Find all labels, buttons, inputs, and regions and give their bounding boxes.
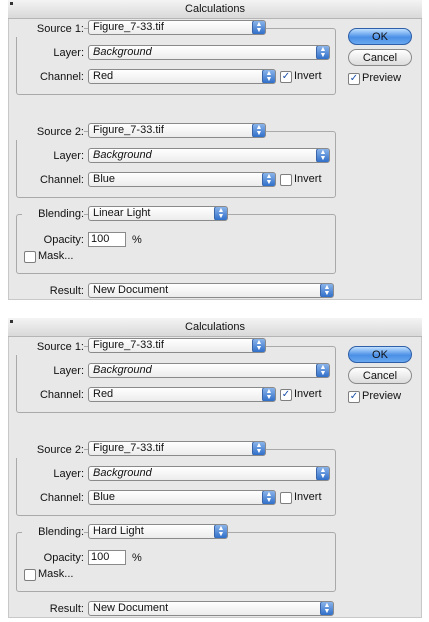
source2-layer-value: Background (93, 149, 152, 161)
source1-layer-value: Background (93, 46, 152, 58)
calculations-dialog: Calculations Source 1: Figure_7-33.tif ▲… (8, 0, 422, 300)
blending-label: Blending: (22, 524, 84, 540)
ok-button[interactable]: OK (348, 346, 412, 363)
popup-arrows-icon: ▲ ▼ (316, 364, 329, 377)
source2-file-popup[interactable]: Figure_7-33.tif ▲ ▼ (88, 441, 266, 456)
source1-channel-popup[interactable]: Red ▲ ▼ (88, 387, 276, 402)
popup-arrows-icon: ▲ ▼ (316, 467, 329, 480)
opacity-input[interactable]: 100 (88, 550, 126, 565)
source2-layer-value: Background (93, 467, 152, 479)
preview-checkbox[interactable]: ✓ (348, 73, 360, 85)
source2-layer-label: Layer: (53, 150, 84, 162)
source2-invert-checkbox[interactable] (280, 174, 292, 186)
popup-arrows-icon: ▲ ▼ (262, 491, 275, 504)
preview-checkbox[interactable]: ✓ (348, 391, 360, 403)
source1-channel-value: Red (93, 70, 114, 82)
cancel-button[interactable]: Cancel (348, 367, 412, 384)
popup-arrows-icon: ▲ ▼ (262, 70, 275, 83)
preview-label: Preview (362, 72, 402, 84)
dialog-title: Calculations (8, 318, 422, 337)
source1-file-value: Figure_7-33.tif (93, 339, 164, 351)
source1-layer-label: Layer: (53, 47, 84, 59)
mask-checkbox[interactable] (24, 251, 36, 263)
popup-arrows-icon: ▲ ▼ (214, 525, 227, 538)
opacity-percent: % (132, 234, 142, 246)
window-corner-icon (10, 320, 13, 323)
opacity-label: Opacity: (43, 552, 84, 564)
source1-invert-checkbox[interactable]: ✓ (280, 71, 292, 83)
source2-label: Source 2: (14, 124, 84, 140)
popup-arrows-icon: ▲ ▼ (316, 149, 329, 162)
result-value: New Document (93, 602, 169, 614)
source1-invert-label: Invert (294, 388, 322, 400)
source2-layer-label: Layer: (53, 468, 84, 480)
source1-invert-checkbox[interactable]: ✓ (280, 389, 292, 401)
mask-label: Mask... (38, 568, 74, 580)
cancel-button[interactable]: Cancel (348, 49, 412, 66)
ok-button[interactable]: OK (348, 28, 412, 45)
popup-arrows-icon: ▲ ▼ (252, 21, 265, 34)
popup-arrows-icon: ▲ ▼ (252, 339, 265, 352)
blending-label: Blending: (22, 206, 84, 222)
source2-invert-label: Invert (294, 173, 322, 185)
source1-layer-label: Layer: (53, 365, 84, 377)
result-value: New Document (93, 284, 169, 296)
source2-channel-popup[interactable]: Blue ▲ ▼ (88, 490, 276, 505)
blending-mode-popup[interactable]: Hard Light ▲ ▼ (88, 524, 228, 539)
popup-arrows-icon: ▲ ▼ (214, 207, 227, 220)
blending-mode-value: Hard Light (93, 525, 144, 537)
opacity-label: Opacity: (43, 234, 84, 246)
source2-layer-popup[interactable]: Background ▲ ▼ (88, 148, 330, 163)
window-corner-icon (10, 2, 13, 5)
popup-arrows-icon: ▲ ▼ (252, 442, 265, 455)
source1-layer-popup[interactable]: Background ▲ ▼ (88, 363, 330, 378)
source1-label: Source 1: (14, 339, 84, 355)
source1-invert-label: Invert (294, 70, 322, 82)
preview-label: Preview (362, 390, 402, 402)
result-label: Result: (49, 603, 84, 615)
popup-arrows-icon: ▲ ▼ (252, 124, 265, 137)
popup-arrows-icon: ▲ ▼ (320, 602, 333, 615)
opacity-input[interactable]: 100 (88, 232, 126, 247)
source1-file-popup[interactable]: Figure_7-33.tif ▲ ▼ (88, 20, 266, 35)
source2-channel-label: Channel: (39, 174, 84, 186)
source1-channel-label: Channel: (39, 389, 84, 401)
result-popup[interactable]: New Document ▲ ▼ (88, 601, 334, 616)
source2-file-value: Figure_7-33.tif (93, 124, 164, 136)
calculations-dialog: Calculations Source 1: Figure_7-33.tif ▲… (8, 318, 422, 618)
source1-layer-popup[interactable]: Background ▲ ▼ (88, 45, 330, 60)
blending-mode-value: Linear Light (93, 207, 151, 219)
mask-checkbox[interactable] (24, 569, 36, 581)
mask-label: Mask... (38, 250, 74, 262)
popup-arrows-icon: ▲ ▼ (320, 284, 333, 297)
source2-channel-popup[interactable]: Blue ▲ ▼ (88, 172, 276, 187)
source2-file-popup[interactable]: Figure_7-33.tif ▲ ▼ (88, 123, 266, 138)
source2-invert-label: Invert (294, 491, 322, 503)
result-label: Result: (49, 285, 84, 297)
dialog-title: Calculations (8, 0, 422, 19)
popup-arrows-icon: ▲ ▼ (262, 173, 275, 186)
source1-layer-value: Background (93, 364, 152, 376)
source2-layer-popup[interactable]: Background ▲ ▼ (88, 466, 330, 481)
source2-channel-value: Blue (93, 491, 116, 503)
source1-channel-label: Channel: (39, 71, 84, 83)
source2-invert-checkbox[interactable] (280, 492, 292, 504)
source2-channel-label: Channel: (39, 492, 84, 504)
popup-arrows-icon: ▲ ▼ (262, 388, 275, 401)
opacity-percent: % (132, 552, 142, 564)
source1-channel-value: Red (93, 388, 114, 400)
blending-mode-popup[interactable]: Linear Light ▲ ▼ (88, 206, 228, 221)
source1-label: Source 1: (14, 21, 84, 37)
source1-file-popup[interactable]: Figure_7-33.tif ▲ ▼ (88, 338, 266, 353)
source1-channel-popup[interactable]: Red ▲ ▼ (88, 69, 276, 84)
result-popup[interactable]: New Document ▲ ▼ (88, 283, 334, 298)
source2-channel-value: Blue (93, 173, 116, 185)
source2-file-value: Figure_7-33.tif (93, 442, 164, 454)
source1-file-value: Figure_7-33.tif (93, 21, 164, 33)
popup-arrows-icon: ▲ ▼ (316, 46, 329, 59)
source2-label: Source 2: (14, 442, 84, 458)
